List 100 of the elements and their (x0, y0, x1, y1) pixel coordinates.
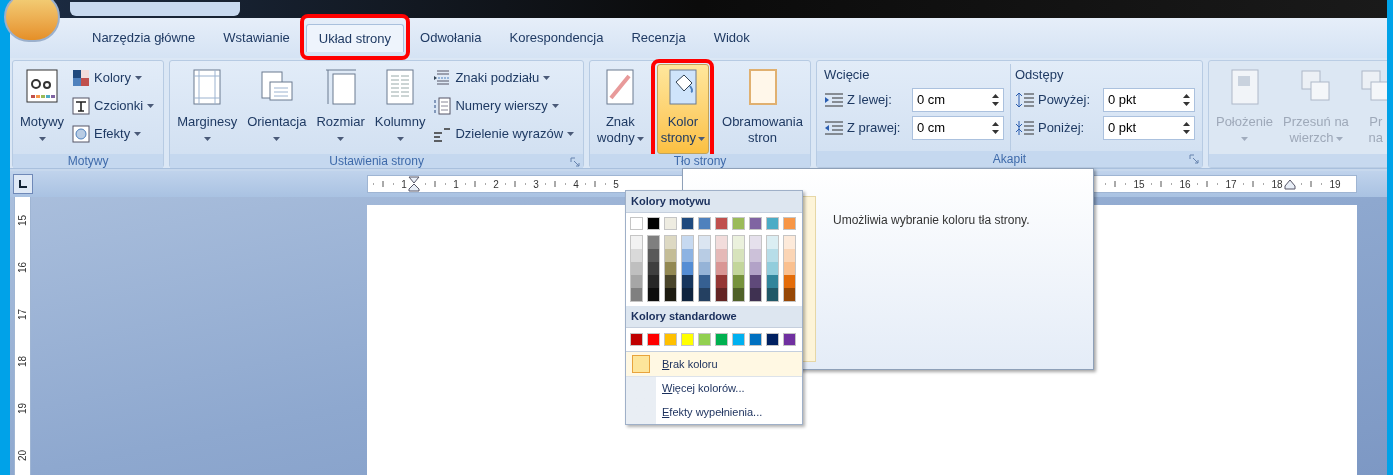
color-swatch[interactable] (767, 249, 778, 262)
menu-item[interactable]: Efekty wypełnienia... (626, 400, 802, 424)
color-swatch[interactable] (648, 288, 659, 301)
color-swatch[interactable] (665, 236, 676, 249)
office-button[interactable] (4, 0, 60, 42)
ribbon-button[interactable]: Znak wodny (593, 64, 648, 154)
color-swatch[interactable] (699, 275, 710, 288)
ribbon-tab[interactable]: Korespondencja (497, 24, 616, 52)
color-swatch[interactable] (750, 236, 761, 249)
color-swatch[interactable] (716, 275, 727, 288)
ribbon-tab[interactable]: Narzędzia główne (80, 24, 208, 52)
indent-marker-icon[interactable] (1284, 178, 1296, 190)
color-swatch[interactable] (648, 236, 659, 249)
color-swatch[interactable] (664, 217, 677, 230)
color-swatch[interactable] (716, 288, 727, 301)
color-swatch[interactable] (784, 262, 795, 275)
color-swatch[interactable] (648, 249, 659, 262)
color-swatch[interactable] (682, 288, 693, 301)
color-swatch[interactable] (716, 249, 727, 262)
ribbon-tab[interactable]: Widok (701, 24, 762, 52)
menu-item[interactable]: Brak koloru (626, 352, 802, 376)
spin-field[interactable]: 0 cm (911, 116, 1004, 140)
color-swatch[interactable] (783, 333, 796, 346)
tab-selector[interactable] (13, 174, 33, 194)
ribbon-button[interactable]: Motywy (16, 64, 69, 154)
color-swatch[interactable] (750, 262, 761, 275)
color-swatch[interactable] (749, 333, 762, 346)
color-swatch[interactable] (750, 249, 761, 262)
color-swatch[interactable] (716, 262, 727, 275)
color-swatch[interactable] (749, 217, 762, 230)
color-swatch[interactable] (664, 333, 677, 346)
color-swatch[interactable] (648, 275, 659, 288)
color-swatch[interactable] (699, 262, 710, 275)
color-swatch[interactable] (767, 288, 778, 301)
color-swatch[interactable] (767, 275, 778, 288)
ribbon-small-button[interactable]: Efekty (72, 120, 155, 147)
color-swatch[interactable] (682, 262, 693, 275)
ribbon-small-button[interactable]: Numery wierszy (433, 92, 575, 119)
color-swatch[interactable] (767, 236, 778, 249)
ribbon-tab[interactable]: Układ strony (305, 24, 405, 52)
color-swatch[interactable] (733, 275, 744, 288)
color-swatch[interactable] (784, 288, 795, 301)
ribbon-tab[interactable]: Recenzja (619, 24, 698, 52)
color-swatch[interactable] (630, 217, 643, 230)
ribbon-button[interactable]: Orientacja (243, 64, 311, 154)
ribbon-tab[interactable]: Odwołania (408, 24, 494, 52)
ribbon-button[interactable]: Marginesy (173, 64, 242, 154)
ribbon-button[interactable]: Kolor strony (656, 64, 710, 154)
color-swatch[interactable] (699, 288, 710, 301)
ribbon-button[interactable]: Kolumny (370, 64, 430, 154)
color-swatch[interactable] (630, 333, 643, 346)
color-swatch[interactable] (681, 217, 694, 230)
spin-field[interactable]: 0 pkt (1102, 88, 1195, 112)
color-swatch[interactable] (733, 236, 744, 249)
color-swatch[interactable] (732, 217, 745, 230)
color-swatch[interactable] (784, 249, 795, 262)
color-swatch[interactable] (699, 249, 710, 262)
dialog-launcher-icon[interactable] (570, 157, 581, 167)
color-swatch[interactable] (665, 249, 676, 262)
color-swatch[interactable] (698, 217, 711, 230)
color-swatch[interactable] (732, 333, 745, 346)
ribbon-button[interactable]: Obramowania stron (718, 64, 807, 154)
color-swatch[interactable] (665, 275, 676, 288)
ribbon-small-button[interactable]: Dzielenie wyrazów (433, 120, 575, 147)
color-swatch[interactable] (647, 217, 660, 230)
color-swatch[interactable] (733, 288, 744, 301)
color-swatch[interactable] (631, 288, 642, 301)
color-swatch[interactable] (784, 275, 795, 288)
color-swatch[interactable] (784, 236, 795, 249)
color-swatch[interactable] (766, 333, 779, 346)
color-swatch[interactable] (631, 249, 642, 262)
color-swatch[interactable] (699, 236, 710, 249)
menu-item[interactable]: Więcej kolorów... (626, 376, 802, 400)
color-swatch[interactable] (783, 217, 796, 230)
color-swatch[interactable] (682, 236, 693, 249)
color-swatch[interactable] (715, 333, 728, 346)
color-swatch[interactable] (715, 217, 728, 230)
color-swatch[interactable] (766, 217, 779, 230)
indent-marker-icon[interactable] (408, 176, 420, 192)
ribbon-small-button[interactable]: Kolory (72, 64, 155, 91)
color-swatch[interactable] (733, 249, 744, 262)
dialog-launcher-icon[interactable] (1188, 154, 1199, 165)
color-swatch[interactable] (682, 275, 693, 288)
ribbon-tab[interactable]: Wstawianie (211, 24, 302, 52)
color-swatch[interactable] (631, 275, 642, 288)
color-swatch[interactable] (665, 262, 676, 275)
color-swatch[interactable] (682, 249, 693, 262)
color-swatch[interactable] (665, 288, 676, 301)
color-swatch[interactable] (716, 236, 727, 249)
color-swatch[interactable] (750, 275, 761, 288)
spin-field[interactable]: 0 pkt (1102, 116, 1195, 140)
color-swatch[interactable] (631, 262, 642, 275)
color-swatch[interactable] (647, 333, 660, 346)
color-swatch[interactable] (698, 333, 711, 346)
ribbon-small-button[interactable]: Znaki podziału (433, 64, 575, 91)
ribbon-button[interactable]: Rozmiar (312, 64, 369, 154)
color-swatch[interactable] (750, 288, 761, 301)
ribbon-small-button[interactable]: Czcionki (72, 92, 155, 119)
color-swatch[interactable] (631, 236, 642, 249)
color-swatch[interactable] (648, 262, 659, 275)
